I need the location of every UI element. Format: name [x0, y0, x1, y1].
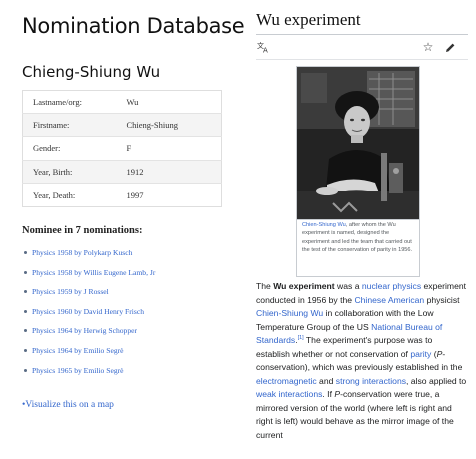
weak-interactions-link[interactable]: weak interactions [256, 389, 322, 399]
info-label: Year, Death: [22, 182, 127, 207]
pencil-icon[interactable] [443, 40, 457, 54]
nomination-link[interactable]: Physics 1958 by Willis Eugene Lamb, Jr [22, 268, 155, 288]
info-value: Wu [126, 97, 139, 108]
nuclear-physics-link[interactable]: nuclear physics [362, 281, 421, 291]
info-value: 1912 [126, 159, 222, 184]
info-value: Chieng-Shiung [126, 113, 222, 137]
info-row-gender: Gender: F [22, 136, 222, 161]
title-divider [256, 34, 468, 35]
info-label: Gender: [22, 136, 127, 161]
chinese-american-link[interactable]: Chinese American [354, 295, 424, 305]
nominee-name: Chieng-Shiung Wu [22, 63, 161, 81]
svg-text:A: A [263, 47, 268, 54]
wikipedia-article-panel: Wu experiment 文 A ☆ Chien-Shiung Wu, aft… [250, 0, 476, 459]
article-title: Wu experiment [256, 10, 361, 29]
nominee-info-table: Lastname/org: Wu Firstname: Chieng-Shiun… [22, 90, 222, 207]
toolbar-divider [256, 59, 468, 60]
visualize-map-label: Visualize this on a map [25, 400, 114, 410]
nomination-database-panel: Nomination Database Chieng-Shiung Wu Las… [0, 0, 245, 459]
star-icon[interactable]: ☆ [421, 40, 435, 54]
chien-shiung-wu-link[interactable]: Chien-Shiung Wu [256, 308, 323, 318]
page-title: Nomination Database [22, 14, 245, 38]
info-value: 1997 [126, 182, 222, 207]
caption-link[interactable]: Chien-Shiung Wu [302, 222, 346, 228]
nomination-link[interactable]: Physics 1964 by Herwig Schopper [22, 326, 155, 346]
electromagnetic-link[interactable]: electromagnetic [256, 376, 317, 386]
info-label: Firstname: [22, 113, 127, 137]
article-body: The Wu experiment was a nuclear physics … [256, 280, 468, 443]
photo-caption: Chien-Shiung Wu, after whom the Wu exper… [302, 222, 413, 253]
nominations-list: Physics 1958 by Polykarp Kusch Physics 1… [22, 248, 155, 385]
nomination-link[interactable]: Physics 1964 by Emilio Segrè [22, 346, 155, 366]
info-row-birth-year: Year, Birth: 1912 [22, 159, 222, 184]
chien-shiung-wu-photo[interactable] [296, 66, 420, 220]
nomination-link[interactable]: Physics 1958 by Polykarp Kusch [22, 248, 155, 268]
info-label: Year, Birth: [22, 159, 127, 184]
article-paragraph: The Wu experiment was a nuclear physics … [256, 281, 467, 441]
info-row-death-year: Year, Death: 1997 [22, 182, 222, 207]
translate-icon[interactable]: 文 A [256, 40, 270, 54]
info-value: F [126, 136, 222, 161]
info-row-firstname: Firstname: Chieng-Shiung [22, 113, 222, 137]
nomination-link[interactable]: Physics 1965 by Emilio Segrè [22, 366, 155, 386]
info-label: Lastname/org: [33, 97, 82, 108]
nomination-link[interactable]: Physics 1959 by J Rossel [22, 287, 155, 307]
nominations-heading: Nominee in 7 nominations: [22, 225, 143, 236]
strong-interactions-link[interactable]: strong interactions [336, 376, 406, 386]
nomination-link[interactable]: Physics 1960 by David Henry Frisch [22, 307, 155, 327]
visualize-map-link[interactable]: •Visualize this on a map [22, 400, 114, 410]
parity-link[interactable]: parity [410, 349, 431, 359]
info-row-lastname: Lastname/org: Wu [23, 91, 222, 114]
